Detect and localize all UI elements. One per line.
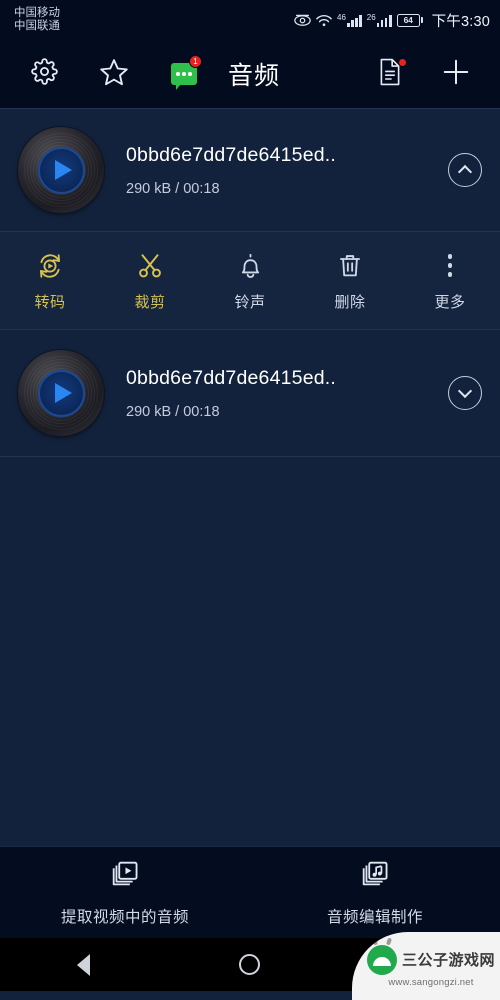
android-robot-icon (366, 937, 397, 975)
audio-list-item[interactable]: 0bbd6e7dd7de6415ed.. 290 kB / 00:18 (0, 109, 500, 231)
action-delete[interactable]: 删除 (300, 250, 400, 312)
extract-audio-label: 提取视频中的音频 (60, 908, 189, 926)
gear-icon (30, 58, 58, 90)
status-icons: 46 26 64 下午3:30 (294, 10, 490, 31)
scissors-icon (136, 250, 164, 282)
battery-icon: 64 (396, 13, 423, 27)
home-circle-icon (239, 954, 261, 975)
audio-edit-button[interactable]: 音频编辑制作 (250, 859, 500, 927)
play-icon (55, 160, 72, 180)
action-more-label: 更多 (434, 293, 466, 311)
add-button[interactable] (434, 52, 478, 96)
sim1-bars (346, 14, 362, 27)
action-trim-label: 裁剪 (134, 293, 166, 311)
audio-file-meta: 290 kB / 00:18 (126, 180, 220, 197)
chat-button[interactable]: 1 (162, 52, 206, 96)
action-transcode-label: 转码 (34, 293, 66, 311)
audio-list-item[interactable]: 0bbd6e7dd7de6415ed.. 290 kB / 00:18 (0, 330, 500, 456)
vinyl-record-play-icon[interactable] (18, 127, 104, 213)
robot-antennae (371, 937, 393, 946)
eye-care-icon (294, 14, 311, 27)
action-more[interactable]: 更多 (400, 250, 500, 312)
watermark-site-name: 三公子游戏网 (401, 952, 495, 969)
video-extract-icon (110, 859, 140, 894)
app-toolbar: 1 音频 (0, 40, 500, 108)
carrier-labels: 中国移动 中国联通 (14, 7, 60, 33)
audio-file-meta: 290 kB / 00:18 (126, 403, 220, 420)
phone-screen: 中国移动 中国联通 46 26 64 下午3:30 1 音频 0bbd6e7dd… (0, 0, 500, 1000)
expand-button[interactable] (448, 376, 482, 410)
wifi-icon (316, 14, 332, 27)
trash-icon (337, 250, 363, 282)
watermark-top: 三公子游戏网 (366, 937, 495, 975)
bell-icon (237, 250, 264, 282)
collapse-button[interactable] (448, 153, 482, 187)
sim1-signal-icon: 46 (337, 12, 362, 27)
more-vertical-icon (447, 250, 453, 282)
document-badge (398, 58, 407, 67)
audio-file-name: 0bbd6e7dd7de6415ed.. (126, 366, 337, 389)
empty-list-area (0, 457, 500, 846)
chat-badge: 1 (189, 55, 202, 68)
battery-cap (420, 17, 423, 23)
nav-back-button[interactable] (53, 945, 113, 985)
action-trim[interactable]: 裁剪 (100, 250, 200, 312)
plus-icon (441, 57, 471, 92)
action-ringtone[interactable]: 铃声 (200, 250, 300, 312)
carrier-line-2: 中国联通 (14, 20, 60, 32)
clock-label: 下午3:30 (431, 13, 490, 30)
sim2-bars (376, 14, 392, 27)
sim2-network-label: 26 (366, 12, 376, 22)
nav-home-button[interactable] (220, 945, 280, 985)
sim1-network-label: 46 (337, 12, 346, 22)
settings-button[interactable] (22, 52, 66, 96)
star-icon (99, 57, 129, 92)
transcode-icon (36, 250, 64, 282)
carrier-line-1: 中国移动 (14, 6, 60, 19)
disc-center (37, 369, 85, 417)
bottom-action-bar: 提取视频中的音频 音频编辑制作 (0, 846, 500, 938)
chevron-down-icon (457, 383, 473, 399)
status-bar: 中国移动 中国联通 46 26 64 下午3:30 (0, 0, 500, 40)
battery-level-label: 64 (396, 13, 420, 27)
chevron-up-icon (457, 164, 473, 180)
page-title: 音频 (228, 62, 281, 90)
back-triangle-icon (76, 953, 90, 976)
play-icon (55, 383, 72, 403)
audio-item-info: 0bbd6e7dd7de6415ed.. 290 kB / 00:18 (126, 144, 448, 197)
site-watermark: 三公子游戏网 www.sangongzi.net (352, 932, 500, 1000)
action-ringtone-label: 铃声 (234, 293, 266, 311)
action-delete-label: 删除 (334, 293, 366, 311)
extract-audio-from-video-button[interactable]: 提取视频中的音频 (0, 859, 250, 927)
music-note-icon (360, 859, 390, 894)
sim2-signal-icon: 26 (366, 12, 392, 27)
favorites-button[interactable] (92, 52, 136, 96)
audio-action-bar: 转码 裁剪 铃声 删除 更多 (0, 232, 500, 329)
audio-file-name: 0bbd6e7dd7de6415ed.. (126, 143, 337, 166)
watermark-site-url: www.sangongzi.net (388, 976, 474, 988)
disc-center (37, 146, 85, 194)
action-transcode[interactable]: 转码 (0, 250, 100, 312)
document-button[interactable] (368, 52, 412, 96)
audio-item-info: 0bbd6e7dd7de6415ed.. 290 kB / 00:18 (126, 367, 448, 420)
vinyl-record-play-icon[interactable] (18, 350, 104, 436)
audio-edit-label: 音频编辑制作 (326, 908, 423, 926)
